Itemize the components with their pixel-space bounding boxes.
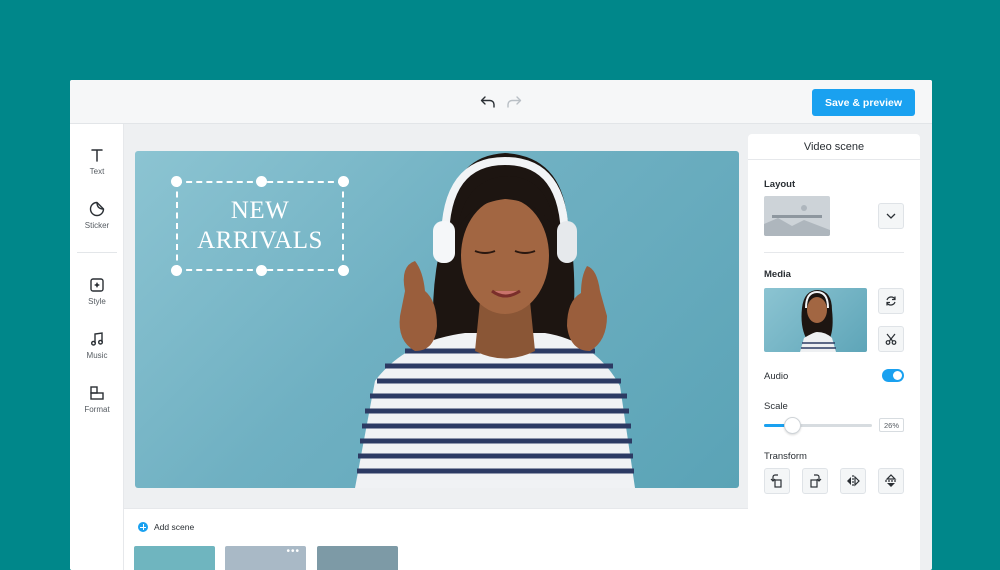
media-preview-image (800, 290, 836, 352)
scissors-icon (885, 333, 897, 345)
save-preview-button[interactable]: Save & preview (812, 89, 915, 116)
panel-title: Video scene (748, 134, 920, 160)
text-overlay-box[interactable]: NEW ARRIVALS (171, 176, 349, 276)
add-scene-button[interactable]: Add scene (138, 522, 194, 532)
tool-label: Text (89, 167, 105, 176)
tool-label: Format (84, 405, 110, 414)
flip-horizontal-button[interactable] (840, 468, 866, 494)
text-icon (88, 146, 106, 164)
tool-label: Style (88, 297, 106, 306)
media-label: Media (764, 269, 791, 280)
video-editor-window: Save & preview Text Sticker Style Music … (70, 80, 932, 570)
resize-handle-top-right[interactable] (338, 176, 349, 187)
rotate-right-button[interactable] (802, 468, 828, 494)
resize-handle-top-left[interactable] (171, 176, 182, 187)
tool-label: Music (86, 351, 108, 360)
redo-icon (507, 96, 522, 108)
scale-slider[interactable] (764, 417, 872, 434)
rotate-left-icon (770, 474, 782, 488)
scale-value[interactable]: 26% (879, 418, 904, 432)
rotate-right-icon (810, 474, 822, 488)
flip-horizontal-icon (847, 475, 860, 487)
tool-style[interactable]: Style (70, 276, 124, 316)
scene-thumbnail[interactable] (317, 546, 398, 570)
chevron-down-icon (886, 213, 896, 219)
refresh-icon (886, 296, 896, 306)
left-toolbar: Text Sticker Style Music Format (70, 124, 124, 570)
style-icon (88, 276, 106, 294)
top-bar: Save & preview (70, 80, 932, 124)
undo-button[interactable] (477, 92, 499, 112)
layout-image-icon (764, 205, 830, 236)
tool-music[interactable]: Music (70, 330, 124, 370)
transform-label: Transform (764, 451, 807, 462)
undo-icon (480, 96, 495, 108)
layout-label: Layout (764, 179, 796, 190)
replace-media-button[interactable] (878, 288, 904, 314)
toolbar-divider (77, 252, 117, 253)
more-options-icon[interactable]: ••• (286, 547, 300, 557)
tool-label: Sticker (84, 221, 110, 230)
media-thumbnail[interactable] (764, 288, 867, 352)
layout-preview[interactable] (764, 196, 830, 236)
tool-format[interactable]: Format (70, 384, 124, 424)
music-icon (88, 330, 106, 348)
video-scene-panel: Video scene Layout Media Audio Scale 26%… (748, 134, 920, 570)
resize-handle-bottom-left[interactable] (171, 265, 182, 276)
section-divider (764, 252, 904, 253)
tool-sticker[interactable]: Sticker (70, 200, 124, 240)
scene-thumbnail[interactable]: ••• (225, 546, 306, 570)
audio-label: Audio (764, 371, 789, 382)
format-icon (88, 384, 106, 402)
sticker-icon (88, 200, 106, 218)
audio-toggle[interactable] (882, 369, 904, 382)
scene-canvas[interactable]: NEW ARRIVALS (135, 151, 739, 488)
add-scene-label: Add scene (154, 522, 195, 532)
toggle-knob (893, 371, 902, 380)
scene-strip: Add scene ••• (124, 508, 748, 570)
overlay-text[interactable]: NEW ARRIVALS (197, 196, 323, 256)
resize-handle-top[interactable] (256, 176, 267, 187)
add-icon (138, 522, 148, 532)
resize-handle-bottom-right[interactable] (338, 265, 349, 276)
flip-vertical-button[interactable] (878, 468, 904, 494)
tool-text[interactable]: Text (70, 146, 124, 186)
rotate-left-button[interactable] (764, 468, 790, 494)
trim-media-button[interactable] (878, 326, 904, 352)
layout-dropdown-button[interactable] (878, 203, 904, 229)
scene-thumbnail[interactable] (134, 546, 215, 570)
flip-vertical-icon (885, 474, 897, 487)
resize-handle-bottom[interactable] (256, 265, 267, 276)
scale-slider-handle[interactable] (784, 417, 802, 434)
redo-button[interactable] (503, 92, 525, 112)
woman-with-headphones-image (355, 153, 635, 488)
scale-label: Scale (764, 401, 788, 412)
